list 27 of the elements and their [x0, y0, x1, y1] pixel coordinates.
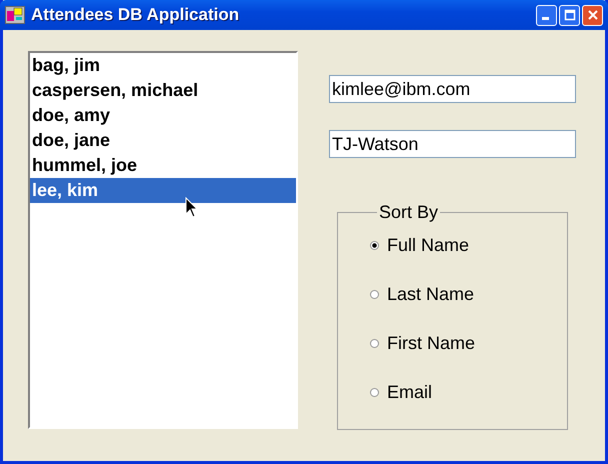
- radio-button[interactable]: [370, 290, 379, 298]
- attendee-list[interactable]: bag, jim caspersen, michael doe, amy doe, jane hummel, joe lee, kim: [28, 51, 298, 429]
- radio-label[interactable]: Last Name: [387, 284, 474, 304]
- attendee-item[interactable]: lee, kim: [30, 178, 296, 203]
- close-icon: [586, 9, 598, 21]
- radio-button[interactable]: [370, 388, 379, 396]
- close-button[interactable]: [582, 4, 603, 26]
- radio-button[interactable]: [370, 240, 379, 250]
- pointer-icon: [185, 197, 199, 219]
- email-field[interactable]: kimlee@ibm.com: [329, 75, 576, 103]
- radio-label[interactable]: First Name: [387, 332, 476, 354]
- radio-label[interactable]: Full Name: [387, 234, 470, 256]
- group-label: Sort By: [378, 202, 440, 223]
- app-icon: [5, 6, 25, 24]
- radio-button[interactable]: [370, 338, 379, 348]
- radio-label[interactable]: Email: [387, 382, 432, 402]
- attendee-item[interactable]: bag, jim: [30, 53, 296, 78]
- location-field[interactable]: TJ-Watson: [329, 130, 576, 158]
- maximize-button[interactable]: [559, 4, 580, 26]
- attendee-item[interactable]: caspersen, michael: [30, 78, 296, 103]
- attendee-item[interactable]: hummel, joe: [30, 153, 296, 178]
- minimize-button[interactable]: [536, 4, 557, 26]
- minimize-icon: [542, 16, 548, 20]
- attendee-item[interactable]: doe, amy: [30, 103, 296, 128]
- attendee-item[interactable]: doe, jane: [30, 128, 296, 153]
- maximize-icon: [564, 9, 576, 21]
- window-title: Attendees DB Application: [31, 5, 240, 25]
